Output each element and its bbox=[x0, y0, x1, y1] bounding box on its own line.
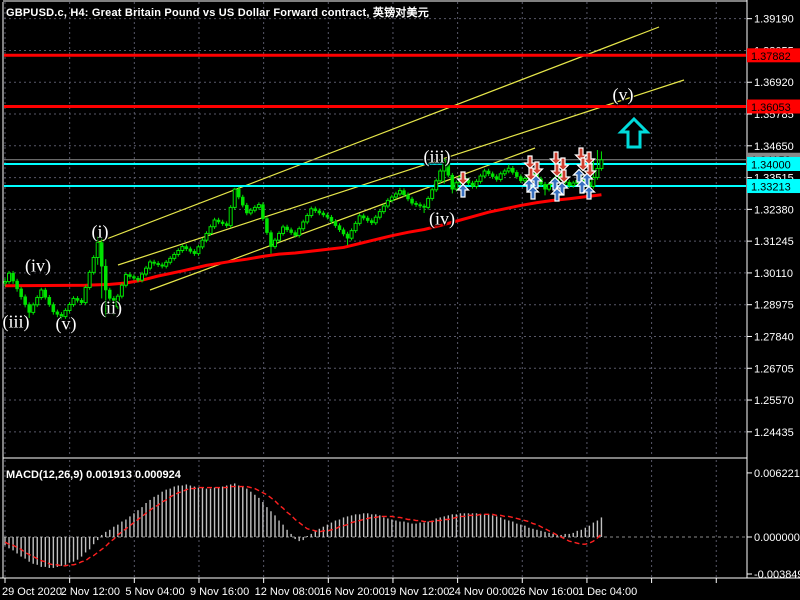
wave-label[interactable]: (v) bbox=[56, 314, 77, 335]
time-tick-label: 24 Nov 00:00 bbox=[449, 586, 514, 598]
macd-tick-label: 0.000000 bbox=[754, 532, 800, 544]
wave-label[interactable]: (v) bbox=[613, 85, 634, 106]
mt4-chart-window: 1.391901.380551.369201.357851.346501.335… bbox=[0, 0, 800, 600]
level-cyan-2-badge-label: 1.33213 bbox=[751, 182, 791, 194]
price-tick-label: 1.32380 bbox=[754, 204, 794, 216]
time-tick-label: 29 Oct 2020 bbox=[2, 586, 62, 598]
macd-tick-label: -0.003849 bbox=[754, 569, 800, 581]
wave-label[interactable]: (ii) bbox=[100, 298, 122, 319]
chart-title: GBPUSD.c, H4: Great Britain Pound vs US … bbox=[6, 7, 429, 19]
price-tick-label: 1.25570 bbox=[754, 395, 794, 407]
price-tick-label: 1.39190 bbox=[754, 14, 794, 26]
wave-label[interactable]: (iii) bbox=[424, 147, 451, 168]
wave-label[interactable]: (i) bbox=[92, 222, 109, 243]
time-tick-label: 16 Nov 20:00 bbox=[319, 586, 384, 598]
price-tick-label: 1.24435 bbox=[754, 427, 794, 439]
price-tick-label: 1.27840 bbox=[754, 331, 794, 343]
macd-tick-label: 0.006221 bbox=[754, 468, 800, 480]
wave-label[interactable]: (iv) bbox=[429, 209, 455, 230]
time-tick-label: 26 Nov 16:00 bbox=[513, 586, 578, 598]
time-tick-label: 5 Nov 04:00 bbox=[125, 586, 184, 598]
time-tick-label: 9 Nov 16:00 bbox=[190, 586, 249, 598]
wave-label[interactable]: (iii) bbox=[3, 312, 30, 333]
price-tick-label: 1.26705 bbox=[754, 363, 794, 375]
time-tick-label: 2 Nov 12:00 bbox=[61, 586, 120, 598]
resistance-1-badge-label: 1.37882 bbox=[751, 51, 791, 63]
price-tick-label: 1.30110 bbox=[754, 268, 793, 280]
price-tick-label: 1.28975 bbox=[754, 300, 794, 312]
level-cyan-1-badge-label: 1.34000 bbox=[751, 160, 791, 172]
price-tick-label: 1.31245 bbox=[754, 236, 794, 248]
price-tick-label: 1.36920 bbox=[754, 77, 794, 89]
resistance-2-badge-label: 1.36053 bbox=[751, 102, 791, 114]
time-tick-label: 1 Dec 04:00 bbox=[578, 586, 637, 598]
price-tick-label: 1.34650 bbox=[754, 141, 794, 153]
macd-indicator-label: MACD(12,26,9) 0.001913 0.000924 bbox=[6, 469, 181, 481]
time-tick-label: 12 Nov 08:00 bbox=[255, 586, 320, 598]
wave-label[interactable]: (iv) bbox=[25, 256, 51, 277]
time-tick-label: 19 Nov 12:00 bbox=[384, 586, 449, 598]
